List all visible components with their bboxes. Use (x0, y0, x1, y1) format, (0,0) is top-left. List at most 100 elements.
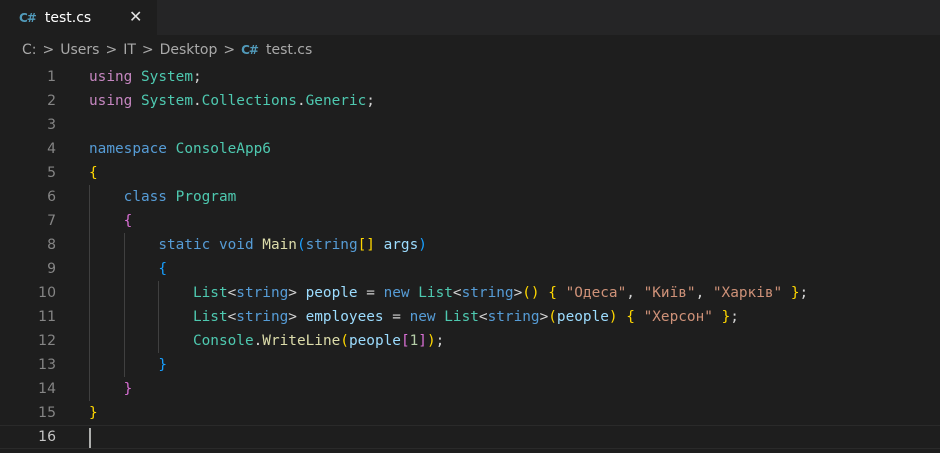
close-icon[interactable]: ✕ (129, 7, 142, 26)
line-number: 7 (47, 213, 56, 229)
code-text: } (89, 353, 167, 377)
code-token: List (418, 285, 453, 301)
code-token: List (192, 285, 228, 301)
breadcrumb-item-it[interactable]: IT (123, 42, 136, 58)
line-number: 15 (38, 405, 56, 421)
code-token: namespace (89, 141, 167, 157)
code-token: . (253, 333, 263, 349)
code-token: > (513, 285, 523, 301)
code-token: { (548, 285, 557, 301)
code-token: , (626, 285, 644, 301)
code-token: people (305, 285, 358, 301)
code-text: namespace ConsoleApp6 (89, 137, 271, 161)
code-line[interactable]: 14 } (0, 377, 940, 401)
code-token: using (89, 93, 133, 109)
code-line[interactable]: 2 using System.Collections.Generic; (0, 89, 940, 113)
code-editor[interactable]: 1 using System; 2 using System.Collections.… (0, 65, 940, 453)
chevron-right-icon: > (105, 42, 118, 58)
code-line[interactable]: 13 } (0, 353, 940, 377)
code-token: new (383, 285, 410, 301)
code-token: ; (192, 69, 202, 85)
code-text: { (89, 161, 98, 185)
chevron-right-icon: > (42, 42, 55, 58)
line-number: 4 (47, 141, 56, 157)
code-token: () (522, 285, 540, 301)
code-token: new (409, 309, 436, 325)
code-line[interactable]: 5{ (0, 161, 940, 185)
code-token: Program (175, 189, 237, 205)
code-text: { (89, 209, 133, 233)
code-line[interactable]: 10 List<string> people = new List<string… (0, 281, 940, 305)
csharp-file-icon: C# (241, 43, 259, 57)
tab-test-cs[interactable]: C# test.cs ✕ (0, 0, 157, 35)
code-token: < (227, 309, 237, 325)
code-line[interactable]: 16 (0, 425, 940, 449)
code-line[interactable]: 6 class Program (0, 185, 940, 209)
code-token: "Київ" (643, 285, 696, 301)
code-token: ( (340, 333, 349, 349)
code-line[interactable]: 1 using System; (0, 65, 940, 89)
breadcrumb-item-desktop[interactable]: Desktop (160, 42, 218, 58)
csharp-file-icon: C# (19, 10, 37, 25)
code-line[interactable]: 9 { (0, 257, 940, 281)
code-line[interactable]: 3 (0, 113, 940, 137)
code-token: ( (548, 309, 557, 325)
code-token: > (288, 285, 306, 301)
code-token: { (123, 213, 133, 229)
breadcrumb-item-file[interactable]: test.cs (266, 42, 312, 58)
line-number: 12 (38, 333, 56, 349)
code-token: Main (262, 237, 297, 253)
code-line[interactable]: 4 namespace ConsoleApp6 (0, 137, 940, 161)
breadcrumb-item-users[interactable]: Users (60, 42, 99, 58)
code-token: . (192, 93, 202, 109)
code-text: } (89, 401, 98, 425)
text-cursor (89, 428, 91, 448)
code-line[interactable]: 7 { (0, 209, 940, 233)
code-token: List (444, 309, 479, 325)
code-text: using System.Collections.Generic; (89, 89, 375, 113)
code-token: ConsoleApp6 (175, 141, 271, 157)
code-token: ] (418, 333, 427, 349)
code-token: "Херсон" (643, 309, 713, 325)
code-line[interactable]: 11 List<string> employees = new List<str… (0, 305, 940, 329)
code-line[interactable]: 15} (0, 401, 940, 425)
code-token: ) (418, 237, 427, 253)
code-token: < (478, 309, 488, 325)
code-token: WriteLine (262, 333, 341, 349)
code-text: Console.WriteLine(people[1]); (89, 329, 444, 353)
code-text: List<string> employees = new List<string… (89, 305, 739, 329)
code-token: using (89, 69, 133, 85)
code-token: . (296, 93, 306, 109)
line-number: 3 (47, 117, 56, 133)
code-token: Collections (201, 93, 297, 109)
breadcrumb-item-drive[interactable]: C: (22, 42, 37, 58)
line-number: 8 (47, 237, 56, 253)
code-token: people (556, 309, 609, 325)
code-token: } (123, 381, 133, 397)
code-token: string (236, 309, 289, 325)
code-token: "Одеса" (565, 285, 627, 301)
code-text: List<string> people = new List<string>()… (89, 281, 808, 305)
line-number: 1 (47, 69, 56, 85)
code-line[interactable]: 12 Console.WriteLine(people[1]); (0, 329, 940, 353)
code-token: System (141, 93, 193, 109)
code-token: { (626, 309, 635, 325)
code-token: = (357, 285, 384, 301)
code-line[interactable]: 8 static void Main(string[] args) (0, 233, 940, 257)
code-text: class Program (89, 185, 237, 209)
code-token: } (89, 405, 98, 421)
code-token: static (158, 237, 211, 253)
